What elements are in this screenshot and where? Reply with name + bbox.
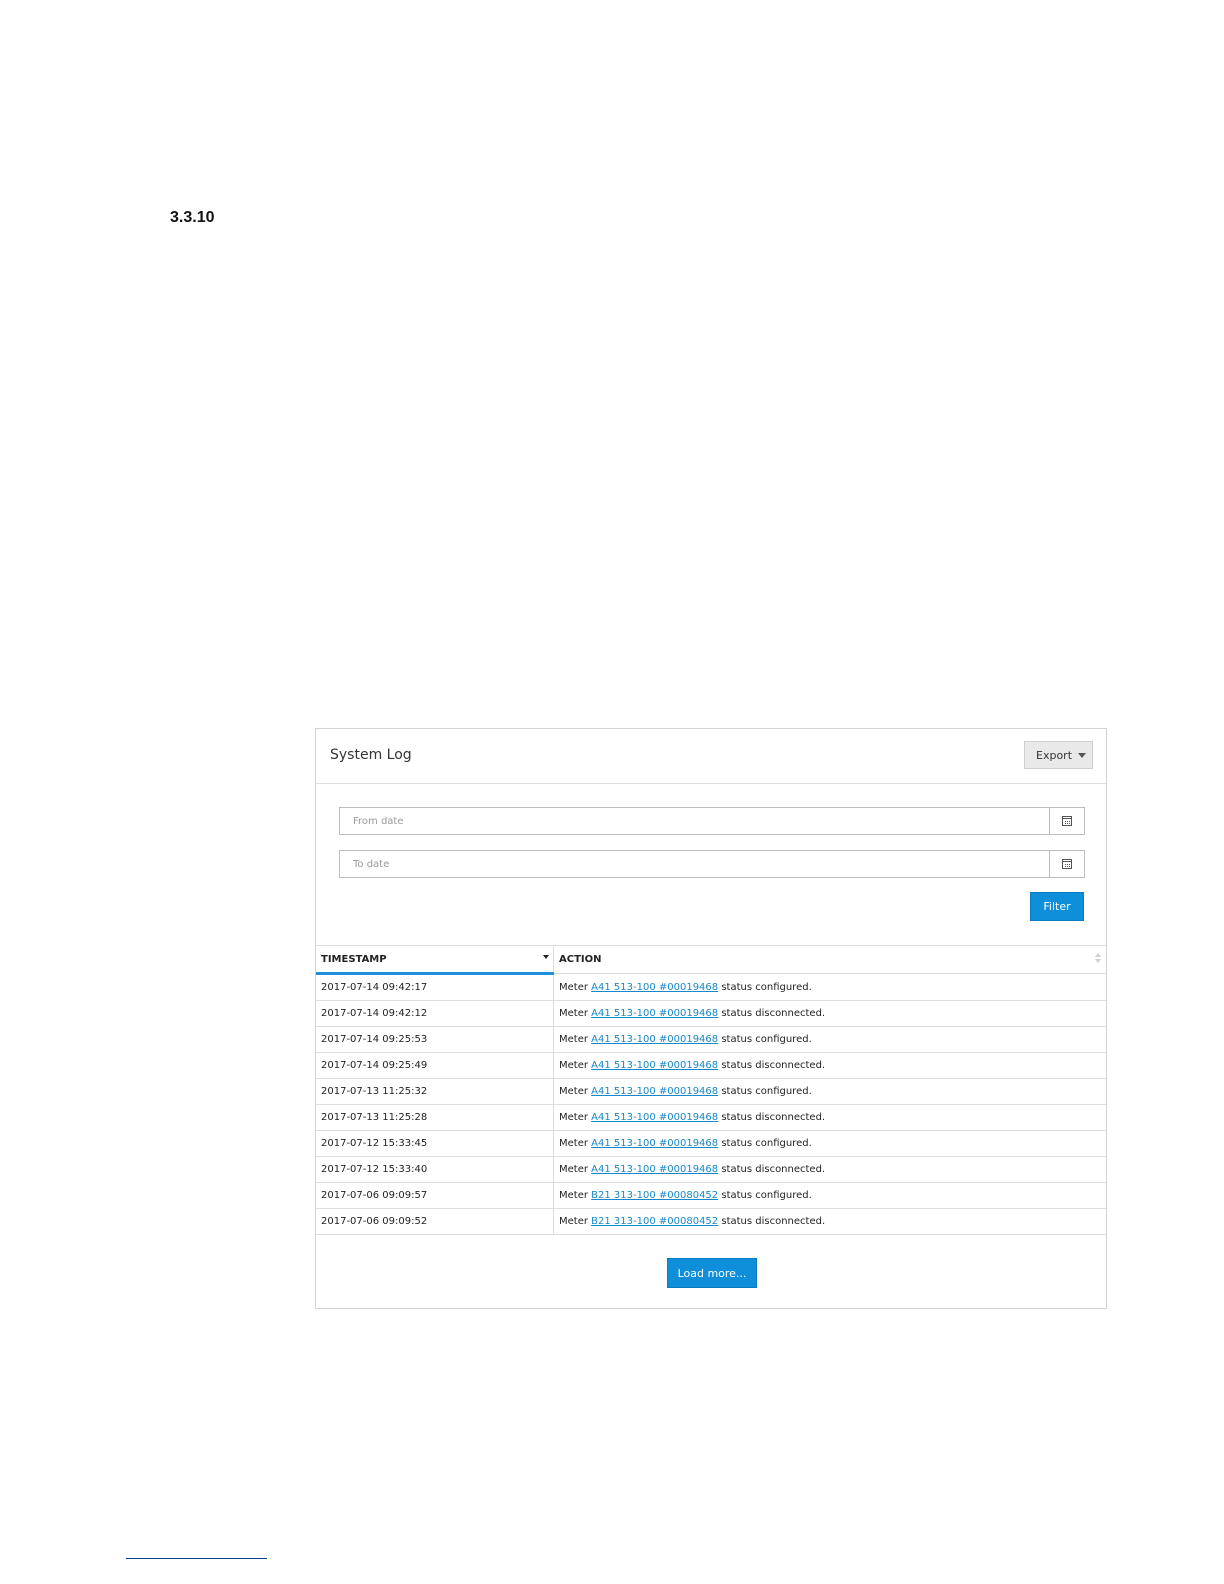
meter-link[interactable]: A41 513-100 #00019468 [591,1086,718,1097]
column-header-timestamp[interactable]: TIMESTAMP [316,945,554,975]
table-header-row: TIMESTAMP ACTION [316,945,1106,975]
meter-link[interactable]: A41 513-100 #00019468 [591,1112,718,1123]
meter-link[interactable]: A41 513-100 #00019468 [591,1060,718,1071]
timestamp-cell: 2017-07-12 15:33:40 [316,1156,554,1183]
action-cell: Meter A41 513-100 #00019468 status disco… [553,1156,1106,1183]
calendar-icon [1062,816,1072,826]
meter-link[interactable]: A41 513-100 #00019468 [591,982,718,993]
table-row: 2017-07-14 09:42:17 Meter A41 513-100 #00… [316,973,1106,1001]
footnote-separator [126,1558,267,1559]
meter-link[interactable]: A41 513-100 #00019468 [591,1138,718,1149]
action-status: status configured. [721,981,812,993]
action-cell: Meter A41 513-100 #00019468 status disco… [553,1000,1106,1027]
load-more-button[interactable]: Load more... [667,1258,757,1288]
action-status: status disconnected. [721,1112,826,1123]
to-date-calendar-button[interactable] [1049,851,1084,877]
timestamp-cell: 2017-07-13 11:25:32 [316,1078,554,1105]
action-status: status disconnected. [721,1008,826,1019]
table-row: 2017-07-12 15:33:45 Meter A41 513-100 #00… [316,1130,1106,1157]
table-row: 2017-07-12 15:33:40 Meter A41 513-100 #00… [316,1156,1106,1183]
meter-link[interactable]: A41 513-100 #00019468 [591,1008,718,1019]
action-prefix: Meter [559,1060,588,1071]
table-row: 2017-07-06 09:09:52 Meter B21 313-100 #00… [316,1208,1106,1235]
filter-button[interactable]: Filter [1030,892,1084,921]
timestamp-cell: 2017-07-13 11:25:28 [316,1104,554,1131]
action-prefix: Meter [559,1112,588,1123]
column-header-timestamp-label: TIMESTAMP [321,953,387,965]
timestamp-cell: 2017-07-14 09:25:53 [316,1026,554,1053]
export-label: Export [1036,748,1073,762]
action-prefix: Meter [559,1190,588,1201]
system-log-table: TIMESTAMP ACTION 2017-07-14 09:42:17 Mete… [316,945,1106,1235]
timestamp-cell: 2017-07-12 15:33:45 [316,1130,554,1157]
table-row: 2017-07-13 11:25:32 Meter A41 513-100 #00… [316,1078,1106,1105]
action-cell: Meter B21 313-100 #00080452 status confi… [553,1182,1106,1209]
action-prefix: Meter [559,1086,588,1097]
meter-link[interactable]: B21 313-100 #00080452 [591,1216,718,1227]
meter-link[interactable]: B21 313-100 #00080452 [591,1190,718,1201]
action-status: status disconnected. [721,1060,826,1071]
action-cell: Meter A41 513-100 #00019468 status confi… [553,1078,1106,1105]
timestamp-cell: 2017-07-14 09:42:12 [316,1000,554,1027]
action-cell: Meter A41 513-100 #00019468 status disco… [553,1052,1106,1079]
column-header-action[interactable]: ACTION [553,945,1106,974]
timestamp-cell: 2017-07-14 09:25:49 [316,1052,554,1079]
export-dropdown-button[interactable]: Export [1024,741,1093,769]
action-cell: Meter A41 513-100 #00019468 status disco… [553,1104,1106,1131]
timestamp-cell: 2017-07-06 09:09:57 [316,1182,554,1209]
timestamp-cell: 2017-07-14 09:42:17 [316,973,554,1001]
action-status: status configured. [721,1138,812,1149]
action-cell: Meter A41 513-100 #00019468 status confi… [553,1130,1106,1157]
timestamp-cell: 2017-07-06 09:09:52 [316,1208,554,1235]
section-number: 3.3.10 [170,209,215,226]
table-row: 2017-07-14 09:42:12 Meter A41 513-100 #00… [316,1000,1106,1027]
action-cell: Meter A41 513-100 #00019468 status confi… [553,973,1106,1001]
to-date-row [339,850,1085,878]
calendar-icon [1062,859,1072,869]
from-date-input[interactable] [340,808,1049,834]
action-status: status disconnected. [721,1164,826,1175]
sort-icon [1095,953,1101,965]
from-date-calendar-button[interactable] [1049,808,1084,834]
from-date-row [339,807,1085,835]
table-row: 2017-07-13 11:25:28 Meter A41 513-100 #00… [316,1104,1106,1131]
caret-down-icon [1078,753,1086,758]
panel-title: System Log [330,747,412,763]
action-cell: Meter B21 313-100 #00080452 status disco… [553,1208,1106,1235]
to-date-input[interactable] [340,851,1049,877]
meter-link[interactable]: A41 513-100 #00019468 [591,1034,718,1045]
table-row: 2017-07-14 09:25:49 Meter A41 513-100 #00… [316,1052,1106,1079]
sort-desc-icon [543,955,549,959]
action-status: status disconnected. [721,1216,826,1227]
action-prefix: Meter [559,981,588,993]
table-row: 2017-07-14 09:25:53 Meter A41 513-100 #00… [316,1026,1106,1053]
action-status: status configured. [721,1190,812,1201]
panel-header: System Log Export [316,729,1106,784]
meter-link[interactable]: A41 513-100 #00019468 [591,1164,718,1175]
system-log-panel: System Log Export Filter TIMESTAMP ACTI [315,728,1107,1309]
action-prefix: Meter [559,1008,588,1019]
action-prefix: Meter [559,1034,588,1045]
action-status: status configured. [721,1086,812,1097]
action-cell: Meter A41 513-100 #00019468 status confi… [553,1026,1106,1053]
action-prefix: Meter [559,1216,588,1227]
action-status: status configured. [721,1034,812,1045]
action-prefix: Meter [559,1164,588,1175]
column-header-action-label: ACTION [559,954,602,965]
table-row: 2017-07-06 09:09:57 Meter B21 313-100 #00… [316,1182,1106,1209]
action-prefix: Meter [559,1138,588,1149]
